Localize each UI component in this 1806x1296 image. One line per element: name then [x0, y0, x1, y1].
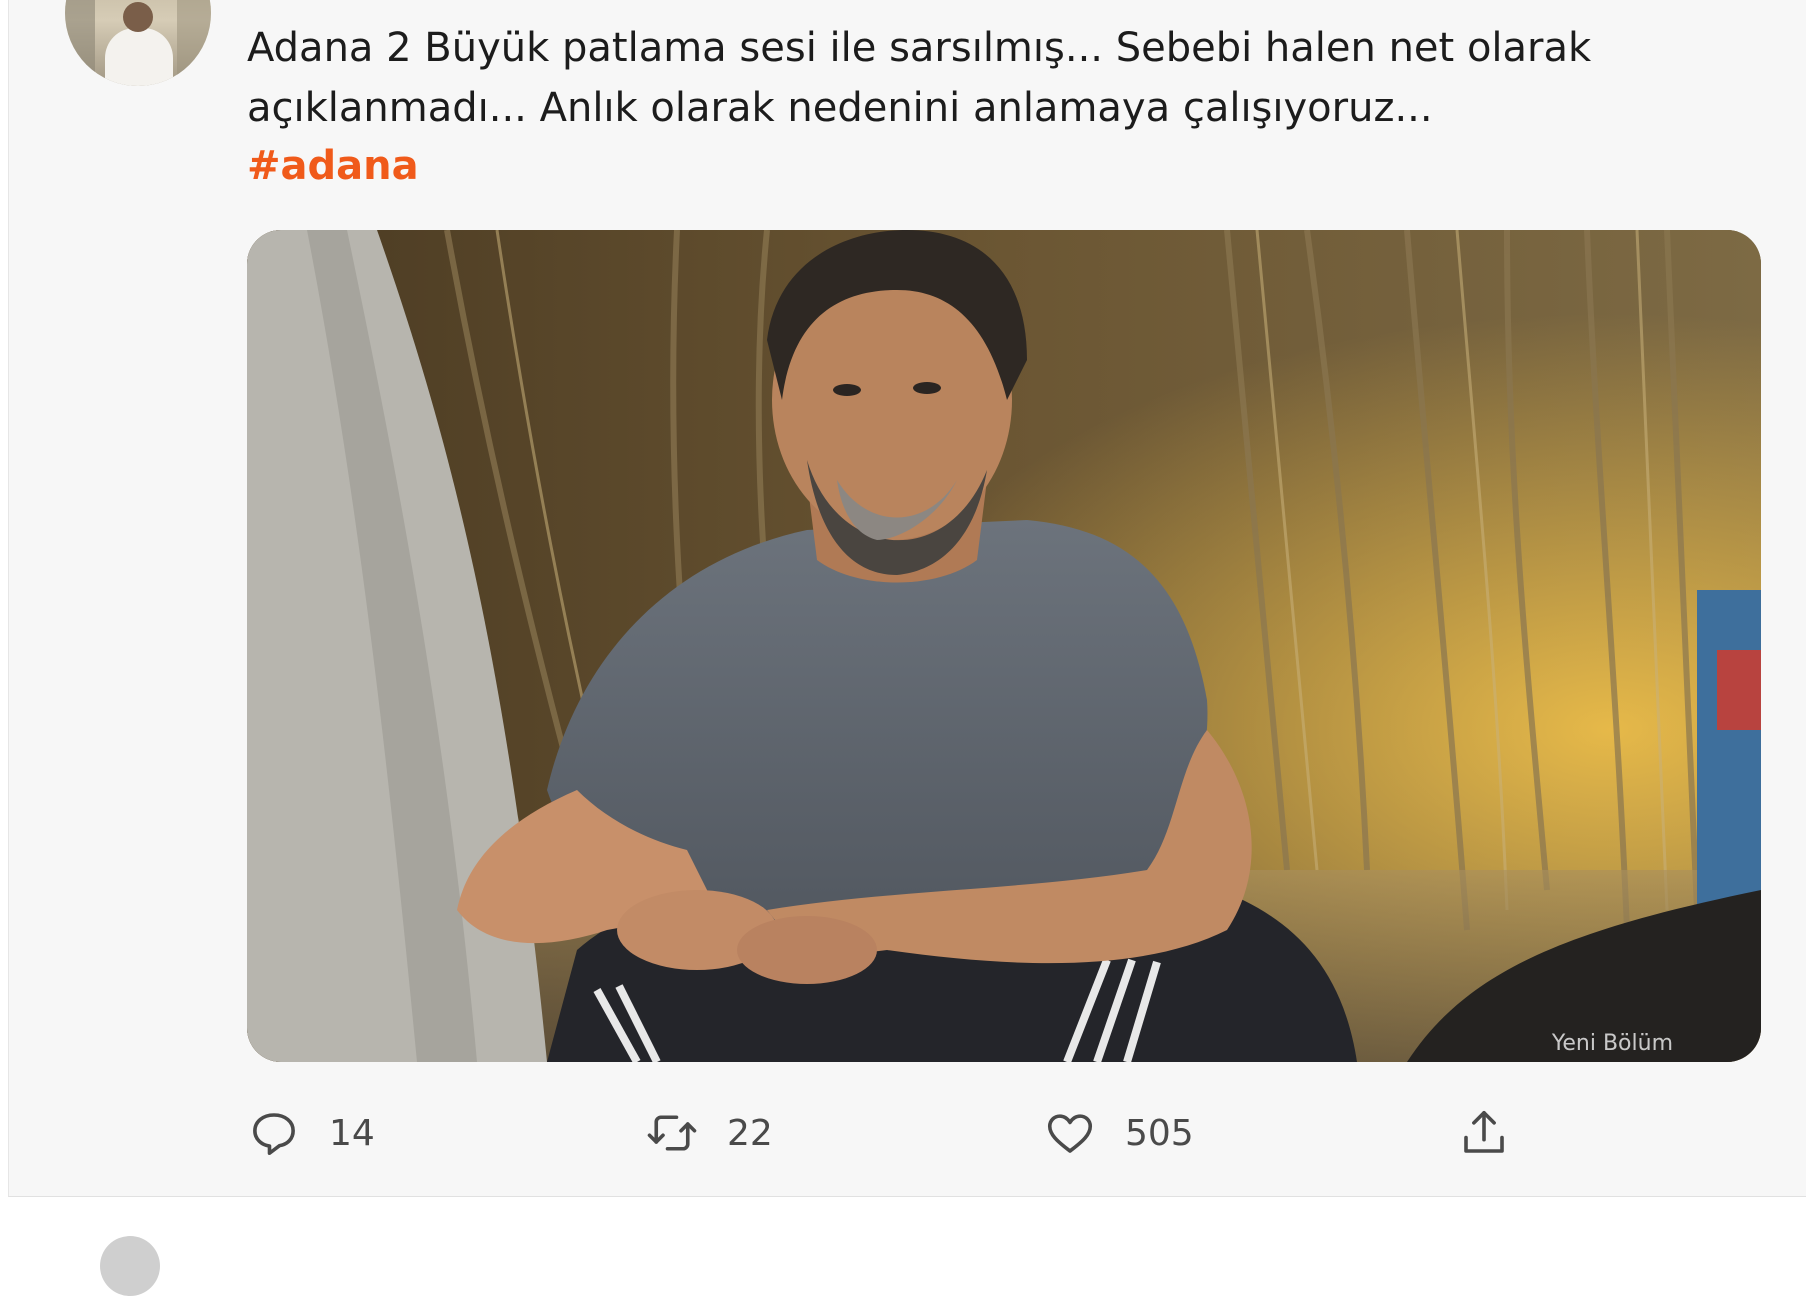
like-count: 505 [1125, 1112, 1194, 1154]
retweet-icon [647, 1115, 697, 1151]
share-button[interactable] [1457, 1098, 1511, 1168]
author-avatar[interactable] [65, 0, 211, 86]
like-icon [1047, 1114, 1093, 1153]
reply-button[interactable]: 14 [247, 1098, 375, 1168]
tweet-media[interactable]: Yeni Bölüm [247, 230, 1761, 1062]
tweet-card[interactable]: Adana 2 Büyük patlama sesi ile sarsılmış… [8, 0, 1806, 1197]
like-button[interactable]: 505 [1043, 1098, 1194, 1168]
retweet-button[interactable]: 22 [645, 1098, 773, 1168]
avatar-figure-head [123, 2, 153, 32]
avatar-bg-left [65, 0, 95, 86]
media-image [247, 230, 1761, 1062]
retweet-count: 22 [727, 1112, 773, 1154]
share-icon [1464, 1110, 1504, 1153]
next-tweet-avatar[interactable] [100, 1236, 160, 1296]
tweet-text: Adana 2 Büyük patlama sesi ile sarsılmış… [247, 25, 1604, 131]
tweet-actions: 14 22 505 [247, 1098, 1547, 1168]
hashtag-link[interactable]: #adana [247, 136, 419, 196]
media-caption: Yeni Bölüm [1551, 1031, 1673, 1056]
reply-count: 14 [329, 1112, 375, 1154]
avatar-figure-body [105, 28, 173, 86]
reply-icon [253, 1113, 295, 1156]
avatar-bg-right [177, 0, 211, 86]
